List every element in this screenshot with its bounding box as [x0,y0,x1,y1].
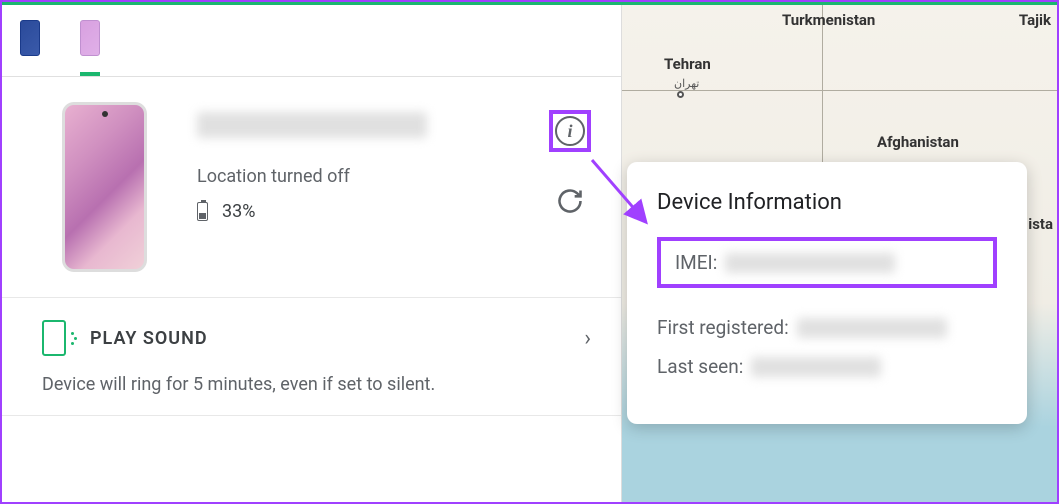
device-photo [62,102,147,272]
last-seen-row: Last seen: [657,355,997,378]
device-tabs [2,5,621,77]
last-seen-label: Last seen: [657,355,743,378]
map-label: Tehran [664,55,711,73]
location-status: Location turned off [197,166,499,187]
map-label: Tajik [1019,11,1051,29]
map-city-marker [677,91,684,98]
device-card: Location turned off 33% i [2,77,621,298]
imei-value [725,253,895,273]
phone-thumbnail-icon [80,20,100,56]
first-registered-row: First registered: [657,316,997,339]
battery-status: 33% [197,201,499,222]
info-icon: i [555,116,585,146]
device-panel: Location turned off 33% i PLAY SOUND › [2,5,622,502]
map-label: ista [1028,215,1053,233]
device-tab-1[interactable] [20,20,40,76]
battery-percent: 33% [222,201,255,222]
imei-row: IMEI: [657,237,997,288]
map-label: Afghanistan [877,133,959,151]
popup-title: Device Information [657,190,997,215]
first-registered-value [797,318,947,338]
first-registered-label: First registered: [657,316,789,339]
action-label: PLAY SOUND [90,328,560,349]
action-description: Device will ring for 5 minutes, even if … [2,374,621,416]
last-seen-value [751,357,881,377]
map-label-local: تهران [674,77,699,90]
map-label: Turkmenistan [782,11,875,29]
device-tab-2[interactable] [80,20,100,76]
chevron-right-icon: › [584,326,591,351]
device-info-popup: Device Information IMEI: First registere… [627,162,1027,424]
phone-thumbnail-icon [20,20,40,56]
device-name [197,112,427,138]
play-sound-action[interactable]: PLAY SOUND › [2,298,621,374]
refresh-button[interactable] [556,187,584,215]
imei-label: IMEI: [675,251,717,274]
battery-icon [197,202,208,221]
play-sound-icon [42,320,66,356]
info-button[interactable]: i [549,110,591,152]
